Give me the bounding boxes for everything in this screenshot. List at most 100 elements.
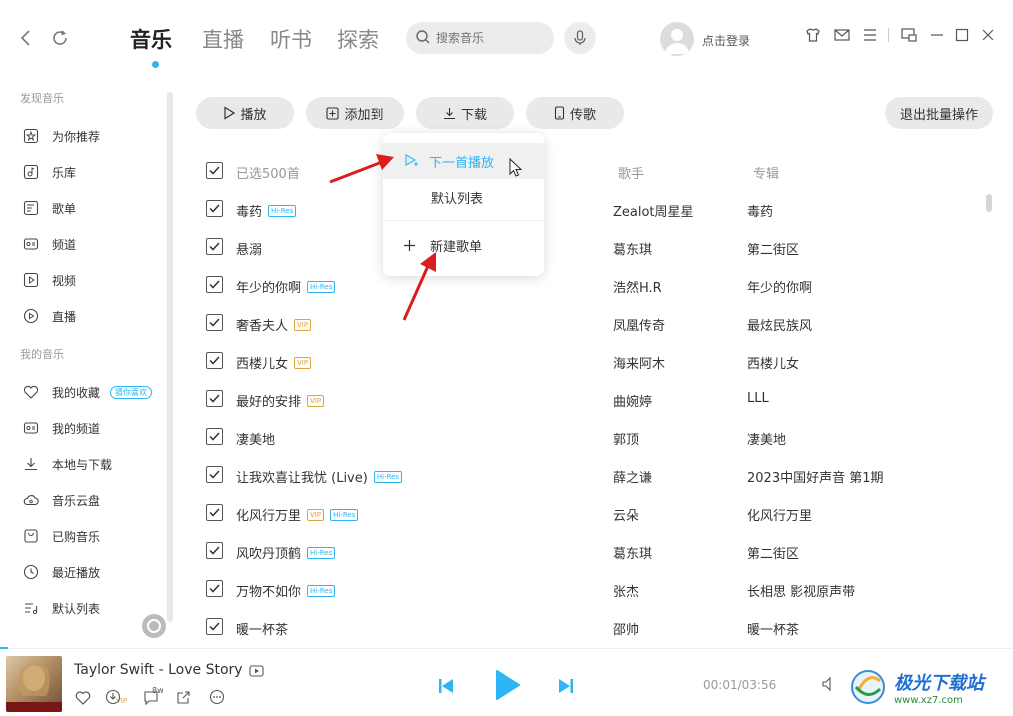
song-album[interactable]: 化风行万里 — [747, 505, 812, 524]
assistant-icon[interactable] — [142, 614, 166, 638]
tab-live[interactable]: 直播 — [202, 24, 244, 54]
sidebar-item-recent[interactable]: 最近播放 — [22, 558, 172, 586]
tab-music[interactable]: 音乐 — [130, 24, 172, 54]
row-checkbox[interactable] — [206, 314, 223, 331]
volume-icon[interactable] — [820, 676, 836, 695]
transfer-button[interactable]: 传歌 — [526, 97, 624, 129]
play-all-button[interactable]: 播放 — [196, 97, 294, 129]
sidebar-item-live[interactable]: 直播 — [22, 302, 172, 330]
row-checkbox[interactable] — [206, 504, 223, 521]
column-artist[interactable]: 歌手 — [618, 163, 644, 182]
song-artist[interactable]: 郭顶 — [613, 429, 639, 448]
skin-icon[interactable] — [804, 26, 822, 44]
song-title[interactable]: 化风行万里 VIP Hi-Res — [236, 505, 359, 524]
sidebar-item-local-download[interactable]: 本地与下载 — [22, 450, 172, 478]
row-checkbox[interactable] — [206, 200, 223, 217]
row-checkbox[interactable] — [206, 428, 223, 445]
tab-audiobook[interactable]: 听书 — [270, 24, 312, 54]
song-artist[interactable]: 曲婉婷 — [613, 391, 652, 410]
sidebar-item-favorites[interactable]: 我的收藏 猜你喜欢 — [22, 378, 172, 406]
song-album[interactable]: 西楼儿女 — [747, 353, 799, 372]
song-album[interactable]: 凄美地 — [747, 429, 786, 448]
close-icon[interactable] — [979, 26, 997, 44]
sidebar-item-channel[interactable]: 频道 — [22, 230, 172, 258]
sidebar-item-cloud[interactable]: 音乐云盘 — [22, 486, 172, 514]
mail-icon[interactable] — [833, 26, 851, 44]
exit-batch-button[interactable]: 退出批量操作 — [885, 97, 993, 129]
tab-explore[interactable]: 探索 — [337, 24, 379, 54]
song-album[interactable]: 毒药 — [747, 201, 773, 220]
song-title[interactable]: 万物不如你 Hi-Res — [236, 581, 336, 600]
song-title[interactable]: 风吹丹顶鹤 Hi-Res — [236, 543, 336, 562]
row-checkbox[interactable] — [206, 276, 223, 293]
like-heart-icon[interactable] — [74, 688, 92, 706]
song-artist[interactable]: 薛之谦 — [613, 467, 652, 486]
refresh-icon[interactable] — [48, 26, 72, 50]
minimize-icon[interactable] — [928, 26, 946, 44]
song-title[interactable]: 奢香夫人 VIP — [236, 315, 312, 334]
voice-search-icon[interactable] — [564, 22, 596, 54]
search-box[interactable] — [406, 22, 554, 54]
sidebar-item-purchased[interactable]: 已购音乐 — [22, 522, 172, 550]
play-button[interactable] — [494, 668, 522, 705]
sidebar-item-library[interactable]: 乐库 — [22, 158, 172, 186]
song-artist[interactable]: Zealot周星星 — [613, 201, 694, 220]
song-album[interactable]: 第二街区 — [747, 239, 799, 258]
add-to-button[interactable]: 添加到 — [306, 97, 404, 129]
song-album[interactable]: 2023中国好声音 第1期 — [747, 467, 884, 486]
song-title[interactable]: 西楼儿女 VIP — [236, 353, 312, 372]
song-title[interactable]: 暖一杯茶 — [236, 619, 288, 638]
share-icon[interactable] — [174, 688, 192, 706]
row-checkbox[interactable] — [206, 390, 223, 407]
row-checkbox[interactable] — [206, 618, 223, 635]
song-title[interactable]: 年少的你啊 Hi-Res — [236, 277, 336, 296]
default-list-menu-item[interactable]: 默认列表 — [383, 179, 544, 215]
sidebar-item-my-channel[interactable]: 我的频道 — [22, 414, 172, 442]
song-artist[interactable]: 凤凰传奇 — [613, 315, 665, 334]
login-link[interactable]: 点击登录 — [702, 32, 750, 49]
song-title[interactable]: Taylor Swift - Love Story — [74, 662, 243, 678]
more-icon[interactable] — [208, 688, 226, 706]
song-artist[interactable]: 海来阿木 — [613, 353, 665, 372]
sidebar-item-video[interactable]: 视频 — [22, 266, 172, 294]
song-artist[interactable]: 葛东琪 — [613, 543, 652, 562]
song-album[interactable]: 长相思 影视原声带 — [747, 581, 855, 600]
song-album[interactable]: LLL — [747, 391, 769, 406]
menu-icon[interactable] — [861, 26, 879, 44]
select-all-checkbox[interactable] — [206, 162, 223, 179]
album-cover[interactable] — [6, 656, 62, 712]
song-title[interactable]: 最好的安排 VIP — [236, 391, 325, 410]
song-title[interactable]: 凄美地 — [236, 429, 275, 448]
song-title[interactable]: 悬溺 — [236, 239, 262, 258]
song-artist[interactable]: 浩然H.R — [613, 277, 662, 296]
song-album[interactable]: 年少的你啊 — [747, 277, 812, 296]
back-icon[interactable] — [14, 26, 38, 50]
row-checkbox[interactable] — [206, 352, 223, 369]
playback-progress[interactable] — [0, 647, 8, 649]
column-album[interactable]: 专辑 — [753, 163, 779, 182]
sidebar-scrollbar[interactable] — [167, 92, 173, 622]
song-artist[interactable]: 张杰 — [613, 581, 639, 600]
song-artist[interactable]: 云朵 — [613, 505, 639, 524]
song-artist[interactable]: 邵帅 — [613, 619, 639, 638]
search-input[interactable] — [436, 31, 546, 45]
now-playing[interactable]: Taylor Swift - Love Story — [74, 662, 264, 678]
row-checkbox[interactable] — [206, 466, 223, 483]
song-title[interactable]: 毒药 Hi-Res — [236, 201, 297, 220]
mv-icon[interactable] — [249, 664, 264, 677]
download-button[interactable]: 下载 — [416, 97, 514, 129]
mini-mode-icon[interactable] — [900, 26, 918, 44]
avatar[interactable] — [660, 22, 694, 56]
song-album[interactable]: 最炫民族风 — [747, 315, 812, 334]
row-checkbox[interactable] — [206, 238, 223, 255]
table-scrollbar[interactable] — [986, 194, 992, 212]
sidebar-item-recommend[interactable]: 为你推荐 — [22, 122, 172, 150]
next-track-icon[interactable] — [556, 676, 576, 699]
row-checkbox[interactable] — [206, 542, 223, 559]
previous-track-icon[interactable] — [436, 676, 456, 699]
guess-badge[interactable]: 猜你喜欢 — [110, 385, 153, 399]
sidebar-item-playlist[interactable]: 歌单 — [22, 194, 172, 222]
song-title[interactable]: 让我欢喜让我忧 (Live) Hi-Res — [236, 467, 403, 486]
row-checkbox[interactable] — [206, 580, 223, 597]
song-album[interactable]: 暖一杯茶 — [747, 619, 799, 638]
